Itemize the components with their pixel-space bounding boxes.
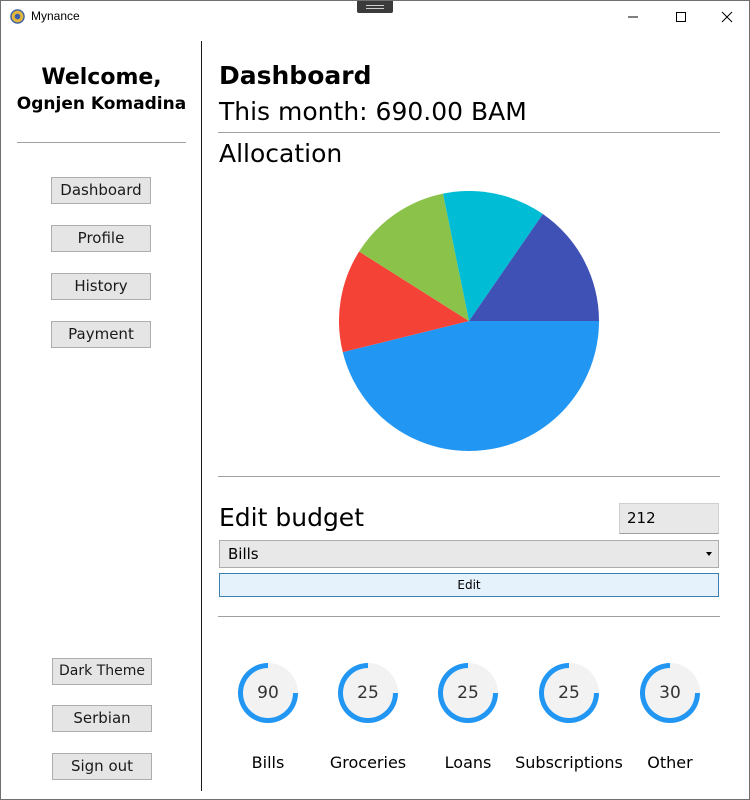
edit-budget-heading: Edit budget — [219, 503, 364, 532]
welcome-heading: Welcome, — [41, 65, 162, 90]
minimize-icon — [628, 16, 638, 18]
app-logo-icon — [10, 9, 25, 24]
close-button[interactable] — [704, 1, 750, 32]
window-title: Mynance — [31, 9, 80, 23]
close-icon — [721, 11, 733, 23]
budget-divider — [218, 616, 720, 617]
gauge-label: Other — [647, 753, 693, 772]
app-window: Mynance Welcome, Ognjen Komadina Dashboa… — [0, 0, 750, 800]
drag-handle[interactable] — [357, 1, 393, 13]
welcome-block: Welcome, Ognjen Komadina — [16, 63, 187, 115]
gauge-value: 25 — [558, 683, 580, 703]
sidebar-divider — [17, 142, 186, 143]
category-select[interactable]: Bills — [219, 540, 719, 568]
budget-gauge: 30 — [638, 661, 702, 725]
header-divider — [218, 132, 720, 133]
nav-history-button[interactable]: History — [51, 273, 151, 300]
nav-payment-button[interactable]: Payment — [51, 321, 151, 348]
page-title: Dashboard — [219, 61, 372, 90]
maximize-button[interactable] — [658, 1, 704, 32]
budget-gauge: 25 — [336, 661, 400, 725]
user-name: Ognjen Komadina — [16, 94, 187, 114]
budget-amount-input[interactable]: 212 — [619, 503, 719, 534]
dark-theme-button[interactable]: Dark Theme — [52, 658, 152, 685]
sign-out-button[interactable]: Sign out — [52, 753, 152, 780]
nav-profile-button[interactable]: Profile — [51, 225, 151, 252]
allocation-pie-chart — [339, 191, 599, 451]
gauge-value: 25 — [457, 683, 479, 703]
gauge-value: 90 — [257, 683, 279, 703]
chart-divider — [218, 476, 720, 477]
budget-gauge: 90 — [236, 661, 300, 725]
allocation-heading: Allocation — [219, 139, 343, 168]
maximize-icon — [676, 12, 686, 22]
minimize-button[interactable] — [610, 1, 656, 32]
category-selected-value: Bills — [228, 545, 259, 563]
gauge-value: 25 — [357, 683, 379, 703]
language-button[interactable]: Serbian — [52, 705, 152, 732]
budget-gauge: 25 — [436, 661, 500, 725]
nav-dashboard-button[interactable]: Dashboard — [51, 177, 151, 204]
chevron-down-icon — [706, 552, 712, 556]
title-bar[interactable]: Mynance — [1, 1, 749, 32]
budget-gauge: 25 — [537, 661, 601, 725]
gauge-value: 30 — [659, 683, 681, 703]
sidebar-vertical-divider — [201, 41, 202, 791]
monthly-total: This month: 690.00 BAM — [219, 97, 527, 126]
edit-budget-button[interactable]: Edit — [219, 573, 719, 597]
